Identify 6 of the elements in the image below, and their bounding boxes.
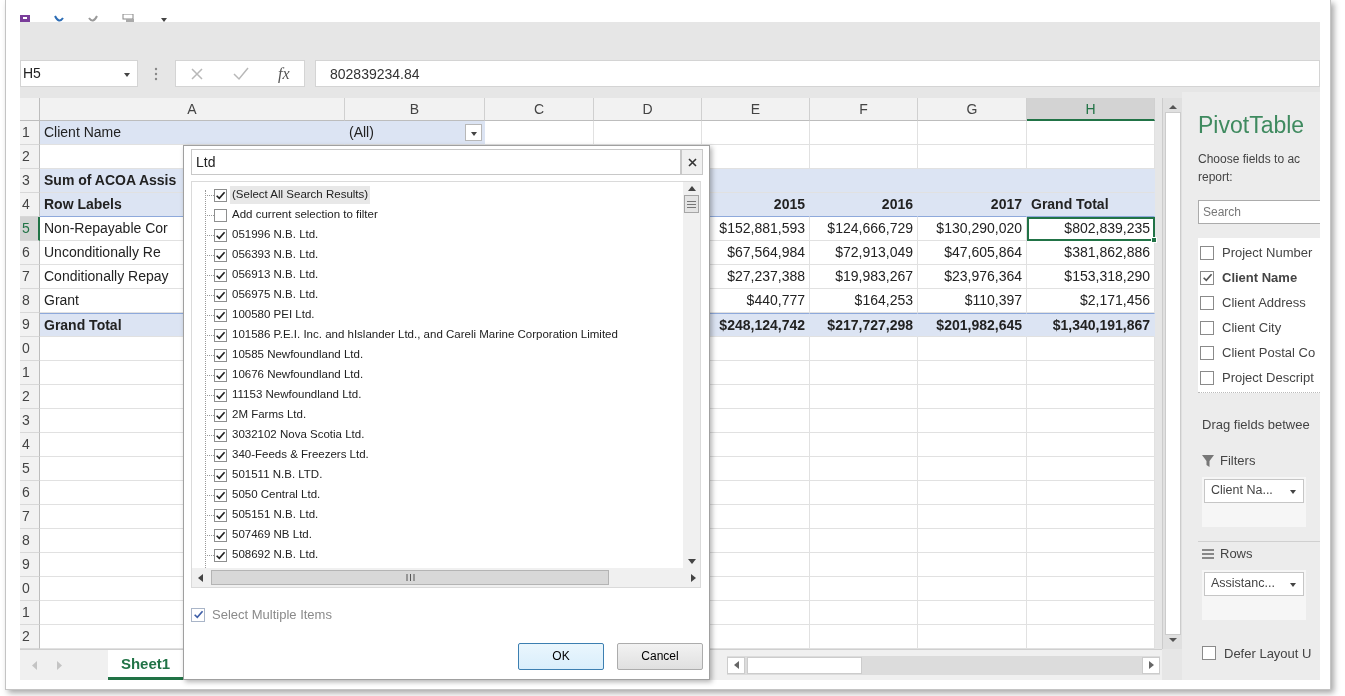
pane-title: PivotTable xyxy=(1198,111,1306,140)
pane-description: Choose fields to ac report: xyxy=(1198,151,1302,186)
name-box-text: H5 xyxy=(23,64,41,83)
drag-hint: Drag fields betwee xyxy=(1201,416,1311,434)
area-label: Filters xyxy=(1220,451,1256,470)
area-label: Rows xyxy=(1220,544,1253,563)
